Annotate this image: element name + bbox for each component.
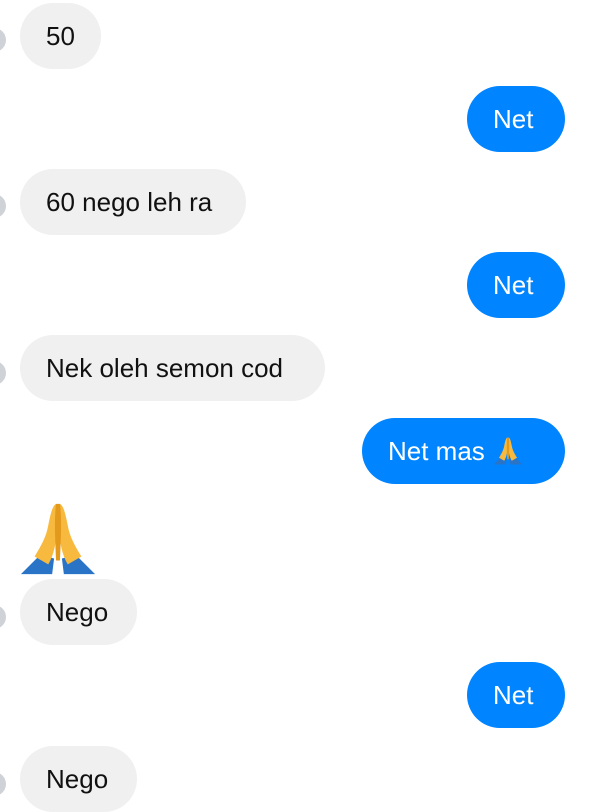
message-text: Net xyxy=(493,269,534,300)
incoming-message: Nego xyxy=(20,746,137,812)
outgoing-message: Net xyxy=(467,86,565,152)
message-text: 50 xyxy=(46,20,75,51)
outgoing-message: Net xyxy=(467,662,565,728)
message-text: 60 nego leh ra xyxy=(46,186,213,217)
incoming-message: 50 xyxy=(20,3,101,69)
avatar xyxy=(0,194,6,218)
incoming-message: 60 nego leh ra xyxy=(20,169,246,235)
message-text: Nego xyxy=(46,763,109,794)
message-text: Net mas xyxy=(388,435,485,466)
avatar xyxy=(0,28,6,52)
incoming-message: Nego xyxy=(20,579,137,645)
message-text: Net xyxy=(493,679,534,710)
message-text: Nego xyxy=(46,596,109,627)
message-text: Net xyxy=(493,103,534,134)
message-text: Nek oleh semon cod xyxy=(46,352,284,383)
outgoing-message: Net xyxy=(467,252,565,318)
avatar xyxy=(0,361,6,385)
avatar xyxy=(0,605,6,629)
folded-hands-icon xyxy=(493,435,523,467)
incoming-message: Nek oleh semon cod xyxy=(20,335,325,401)
avatar xyxy=(0,772,6,796)
folded-hands-icon xyxy=(18,500,98,578)
outgoing-message: Net mas xyxy=(362,418,565,484)
